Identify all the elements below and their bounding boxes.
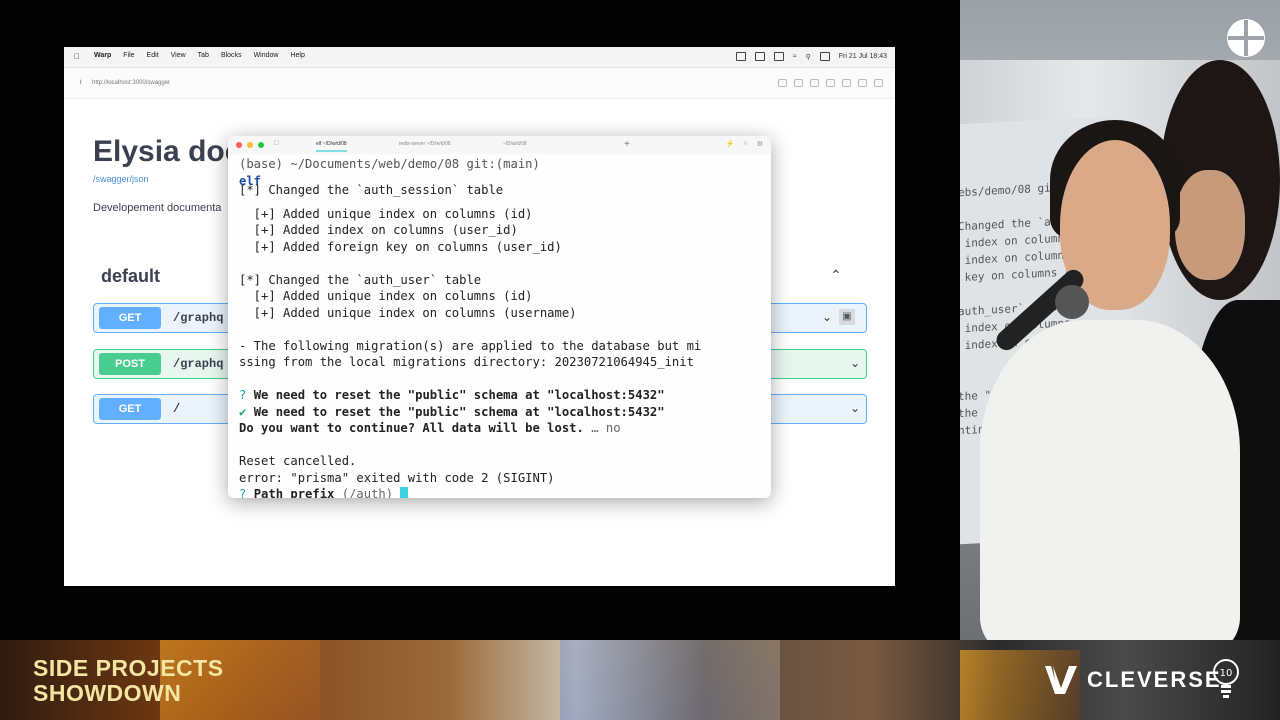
text-cursor[interactable] (400, 487, 409, 498)
menu-blocks[interactable]: Blocks (221, 52, 242, 59)
menubar-status: ≈ ⚲ Fri 21 Jul 18:43 (735, 52, 887, 61)
status-icon[interactable] (735, 52, 746, 61)
menu-edit[interactable]: Edit (147, 52, 159, 59)
minimize-icon[interactable] (247, 142, 253, 148)
speaker-camera: ebs/demo/08 git:(main) Changed the `auth… (960, 0, 1280, 640)
search-icon[interactable]: ⚲ (806, 53, 811, 61)
speaker-body (980, 320, 1240, 640)
terminal-window[interactable]: □ elf ~/D/w/d/08 redis-server ~/D/w/d/08… (228, 136, 771, 498)
terminal-actions: ⚡ ○ ⚙ (726, 140, 763, 148)
terminal-tab-bar: □ elf ~/D/w/d/08 redis-server ~/D/w/d/08… (228, 136, 771, 154)
question-mark: ? (239, 388, 247, 402)
sidebar-icon[interactable] (842, 79, 851, 87)
output-line: ssing from the local migrations director… (239, 355, 694, 369)
maximize-icon[interactable] (258, 142, 264, 148)
info-icon[interactable]: i (80, 79, 82, 86)
close-icon[interactable] (236, 142, 242, 148)
wifi-icon[interactable]: ≈ (793, 53, 797, 60)
lightbulb-icon[interactable]: ○ (743, 140, 747, 148)
swagger-json-link[interactable]: /swagger/json (93, 174, 149, 184)
confirm-question: Do you want to continue? All data will b… (239, 421, 584, 435)
layout-icon[interactable] (874, 79, 883, 87)
output-line: Reset cancelled. (239, 454, 357, 468)
brand-name: CLEVERSE (1087, 667, 1222, 692)
operation-path: /graphq (173, 311, 224, 325)
battery-icon[interactable] (773, 52, 784, 61)
input-source-icon[interactable] (754, 52, 765, 61)
link-icon[interactable] (778, 79, 787, 87)
terminal-output: (base) ~/Documents/web/demo/08 git:(main… (239, 156, 769, 498)
menu-help[interactable]: Help (290, 52, 304, 59)
chevron-down-icon[interactable]: ⌄ (850, 356, 860, 370)
show-title: SIDE PROJECTS SHOWDOWN (33, 655, 224, 706)
method-badge: POST (99, 353, 161, 375)
banner-art (560, 640, 780, 720)
menu-file[interactable]: File (123, 52, 134, 59)
section-title[interactable]: default (101, 266, 160, 287)
prompt-question: We need to reset the "public" schema at … (253, 388, 665, 402)
swagger-description: Developement documenta (93, 202, 222, 214)
camera-icon[interactable] (794, 79, 803, 87)
question-mark: ? (239, 487, 247, 498)
chevron-down-icon[interactable]: ⌄ (850, 401, 860, 415)
tab-elf[interactable]: elf ~/D/w/d/08 (316, 141, 347, 152)
extension-icon[interactable] (826, 79, 835, 87)
bolt-icon[interactable]: ⚡ (726, 140, 735, 148)
output-line: [+] Added foreign key on columns (user_i… (239, 239, 562, 254)
output-line: [+] Added unique index on columns (id) (239, 289, 533, 303)
operation-path: /graphq (173, 357, 224, 371)
macos-menubar:  Warp File Edit View Tab Blocks Window … (64, 47, 895, 68)
menu-app[interactable]: Warp (94, 52, 111, 59)
clock[interactable]: Fri 21 Jul 18:43 (839, 53, 887, 60)
new-tab-icon[interactable]: + (624, 139, 630, 150)
gear-icon[interactable]: ⚙ (757, 140, 763, 148)
prompt-question: We need to reset the "public" schema at … (253, 404, 665, 419)
confirm-answer: … no (591, 421, 621, 435)
browser-toolbar (778, 79, 883, 87)
chevron-down-icon[interactable]: ⌄ (822, 310, 832, 324)
brand-logo: CLEVERSE (1043, 662, 1222, 698)
tab-shell[interactable]: ~/D/w/d/08 (503, 141, 527, 152)
stream-frame:  Warp File Edit View Tab Blocks Window … (0, 0, 1280, 720)
check-icon: ✔ (239, 404, 247, 419)
menu-view[interactable]: View (171, 52, 186, 59)
output-line: [+] Added unique index on columns (usern… (239, 305, 577, 320)
sidebar-icon[interactable]: □ (274, 140, 278, 147)
settings-icon[interactable] (810, 79, 819, 87)
path-prefix-prompt: Path prefix (253, 487, 335, 498)
method-badge: GET (99, 307, 161, 329)
split-icon[interactable] (858, 79, 867, 87)
collapse-icon[interactable]: ⌃ (830, 267, 842, 284)
output-line: [+] Added index on columns (user_id) (239, 223, 518, 237)
copy-icon[interactable]: ▣ (839, 309, 855, 325)
output-line: - The following migration(s) are applied… (239, 338, 702, 353)
svg-text:10: 10 (1220, 668, 1233, 679)
operation-path: / (173, 402, 181, 416)
swagger-title: Elysia doc (93, 135, 242, 168)
menu-tab[interactable]: Tab (198, 52, 209, 59)
menu-list: Warp File Edit View Tab Blocks Window He… (94, 52, 305, 59)
error-line: error: "prisma" exited with code 2 (SIGI… (239, 470, 555, 485)
output-line: [*] Changed the `auth_session` table (239, 183, 504, 197)
path-prefix-default: (/auth) (341, 487, 394, 498)
method-badge: GET (99, 398, 161, 420)
second-speaker-face (1175, 170, 1245, 280)
lightbulb-icon: 10 (1213, 659, 1239, 698)
apple-icon[interactable]:  (74, 52, 80, 61)
event-logo-icon (1227, 19, 1265, 57)
lower-third-banner: SIDE PROJECTS SHOWDOWN CLEVERSE 10 (0, 640, 1280, 720)
url-field[interactable]: http://localhost:3000/swagger (92, 80, 170, 86)
terminal-tabs: elf ~/D/w/d/08 redis-server ~/D/w/d/08 ~… (316, 141, 527, 152)
microphone-head (1055, 285, 1089, 319)
control-center-icon[interactable] (819, 52, 830, 61)
cleverse-logo-icon (1045, 666, 1077, 694)
browser-address-bar: i http://localhost:3000/swagger (64, 68, 895, 99)
tab-redis-server[interactable]: redis-server ~/D/w/d/08 (399, 141, 451, 152)
output-line: [+] Added unique index on columns (id) (239, 206, 533, 221)
prompt-path: (base) ~/Documents/web/demo/08 git:(main… (239, 157, 540, 171)
output-line: [*] Changed the `auth_user` table (239, 272, 482, 287)
menu-window[interactable]: Window (254, 52, 279, 59)
